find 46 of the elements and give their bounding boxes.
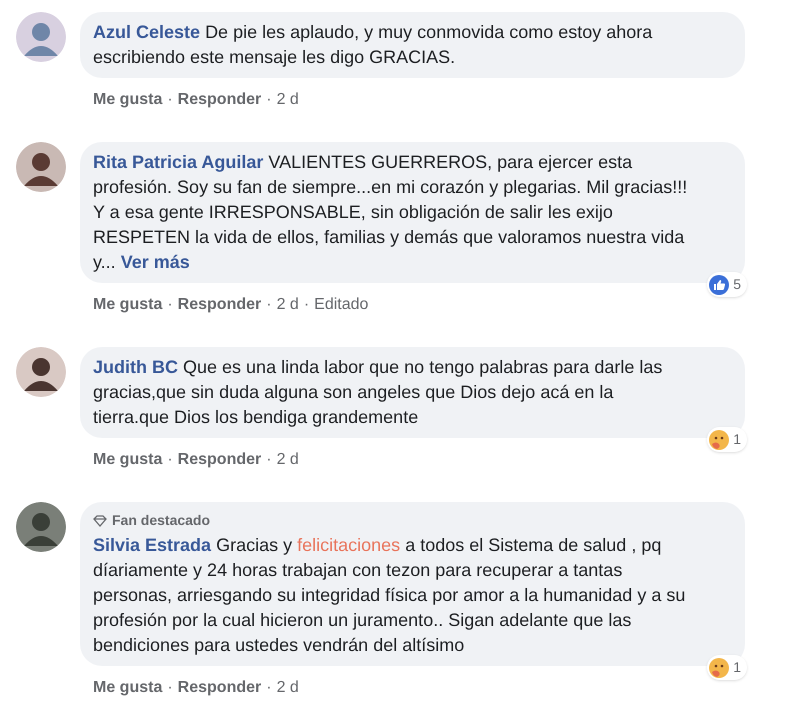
footer-meta: 2 d xyxy=(276,678,299,698)
footer-link[interactable]: Me gusta xyxy=(93,448,162,472)
footer-meta: 2 d xyxy=(276,450,299,470)
reaction-count: 1 xyxy=(733,430,741,449)
separator-dot: · xyxy=(266,678,272,698)
avatar xyxy=(16,142,66,192)
footer-link[interactable]: Responder xyxy=(178,293,262,317)
comment-text: Rita Patricia Aguilar VALIENTES GUERREROS, para ejercer esta profesión. Soy su fan de siempre...en mi corazón y plegarias. Mil gracias!!! Y a esa gente IRRESPONSABLE, sin obligación de salir les exijo RESPETEN la vida de ellos, familias y demás que valoramos nuestra vida y... Ver más xyxy=(93,151,688,274)
reaction-badge[interactable]: 5 xyxy=(707,272,747,297)
separator-dot: · xyxy=(266,295,272,315)
fan-badge-label: Fan destacado xyxy=(112,511,210,530)
thumbs-up-icon xyxy=(709,274,730,294)
hugging-face-icon xyxy=(709,658,730,678)
author-name[interactable]: Silvia Estrada xyxy=(93,535,212,555)
footer-link[interactable]: Me gusta xyxy=(93,88,162,112)
comment-text: Silvia Estrada Gracias y felicitaciones a todos el Sistema de salud , pq díariamente y 24 horas trabajan con tezon para recuperar a tantas personas, arriesgando su integridad física por amor a la humanidad y a su profesión por la cual hicieron un juramento.. Sigan adelante que las bendiciones para ustedes vendrán del altísimo xyxy=(93,534,686,657)
comment-text: Azul Celeste De pie les aplaudo, y muy conmovida como estoy ahora escribiendo este mensaje les digo GRACIAS. xyxy=(93,21,654,69)
footer-link[interactable]: Me gusta xyxy=(93,293,162,317)
separator-dot: · xyxy=(304,295,310,315)
footer-link[interactable]: Responder xyxy=(178,676,262,700)
hugging-face-icon xyxy=(709,430,730,450)
footer-meta: Editado xyxy=(314,295,368,315)
author-name[interactable]: Azul Celeste xyxy=(93,22,200,42)
footer-meta: 2 d xyxy=(276,90,299,110)
avatar xyxy=(16,347,66,397)
avatar xyxy=(16,12,66,62)
separator-dot: · xyxy=(167,295,173,315)
comment-text: Judith BC Que es una linda labor que no tengo palabras para darle las gracias,que sin duda alguna son angeles que Dios dejo acá en la tierra.que Dios los bendiga grandemente xyxy=(93,356,664,429)
reaction-badge[interactable]: 1 xyxy=(707,427,747,452)
diamond-icon xyxy=(93,514,107,526)
separator-dot: · xyxy=(167,678,173,698)
reaction-count: 5 xyxy=(733,275,741,294)
author-name[interactable]: Judith BC xyxy=(93,357,178,377)
reaction-badge[interactable]: 1 xyxy=(707,655,747,680)
author-name[interactable]: Rita Patricia Aguilar xyxy=(93,152,264,172)
footer-meta: 2 d xyxy=(276,295,299,315)
footer-link[interactable]: Responder xyxy=(178,88,262,112)
footer-link[interactable]: Me gusta xyxy=(93,676,162,700)
see-more-link[interactable]: Ver más xyxy=(120,252,190,272)
separator-dot: · xyxy=(167,90,173,110)
footer-link[interactable]: Responder xyxy=(178,448,262,472)
separator-dot: · xyxy=(266,450,272,470)
avatar xyxy=(16,502,66,552)
separator-dot: · xyxy=(167,450,173,470)
separator-dot: · xyxy=(266,90,272,110)
reaction-count: 1 xyxy=(733,658,741,677)
